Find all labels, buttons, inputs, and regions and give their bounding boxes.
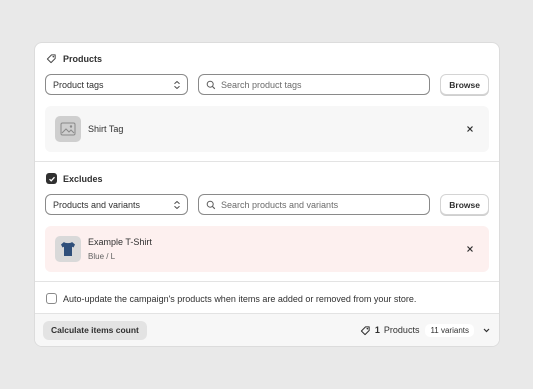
remove-tag-button[interactable] — [463, 122, 477, 136]
products-section-header: Products — [46, 53, 102, 64]
check-icon — [48, 176, 55, 182]
exclude-products-search[interactable] — [198, 194, 431, 215]
campaign-products-card: Products Product tags Browse Shirt Tag — [34, 42, 500, 347]
auto-update-row[interactable]: Auto-update the campaign's products when… — [46, 293, 416, 304]
excluded-product-text: Example T-Shirt Blue / L — [88, 237, 463, 261]
close-icon — [467, 126, 473, 132]
exclude-type-select[interactable]: Products and variants — [45, 194, 188, 215]
excluded-product-variant: Blue / L — [88, 252, 116, 261]
product-type-select-value: Product tags — [53, 79, 104, 90]
products-count-label: Products — [383, 325, 420, 335]
auto-update-label: Auto-update the campaign's products when… — [63, 293, 417, 304]
excludes-browse-button[interactable]: Browse — [440, 194, 489, 215]
excluded-product-row: Example T-Shirt Blue / L — [45, 226, 489, 272]
excludes-label: Excludes — [63, 173, 103, 184]
tag-icon — [46, 53, 57, 64]
tag-icon — [360, 325, 371, 336]
product-tags-search[interactable] — [198, 74, 431, 95]
excluded-product-title: Example T-Shirt — [88, 237, 152, 247]
chevron-down-icon[interactable] — [482, 326, 491, 335]
search-icon — [206, 80, 216, 90]
section-divider — [35, 281, 499, 282]
included-tag-text: Shirt Tag — [88, 124, 463, 134]
items-summary[interactable]: 1 Products 11 variants — [360, 323, 491, 337]
remove-excluded-product-button[interactable] — [463, 242, 477, 256]
card-footer: Calculate items count 1 Products 11 vari… — [35, 313, 499, 346]
products-filter-row: Product tags Browse — [45, 74, 489, 95]
select-chevrons-icon — [173, 200, 181, 210]
excludes-checkbox[interactable] — [46, 173, 57, 184]
products-count: 1 — [374, 325, 380, 335]
search-icon — [206, 200, 216, 210]
section-divider — [35, 161, 499, 162]
included-tag-row: Shirt Tag — [45, 106, 489, 152]
exclude-type-select-value: Products and variants — [53, 199, 141, 210]
image-placeholder-icon — [55, 116, 81, 142]
included-tag-title: Shirt Tag — [88, 124, 124, 134]
product-tags-search-input[interactable] — [221, 79, 423, 90]
excludes-section-header[interactable]: Excludes — [46, 173, 103, 184]
close-icon — [467, 246, 473, 252]
tshirt-thumbnail — [55, 236, 81, 262]
products-section-title: Products — [63, 53, 103, 64]
product-type-select[interactable]: Product tags — [45, 74, 188, 95]
auto-update-checkbox[interactable] — [46, 293, 57, 304]
products-browse-button[interactable]: Browse — [440, 74, 489, 95]
select-chevrons-icon — [173, 80, 181, 90]
excludes-filter-row: Products and variants Browse — [45, 194, 489, 215]
calculate-items-count-button[interactable]: Calculate items count — [43, 320, 147, 340]
exclude-products-search-input[interactable] — [221, 199, 423, 210]
variants-badge: 11 variants — [425, 323, 474, 337]
